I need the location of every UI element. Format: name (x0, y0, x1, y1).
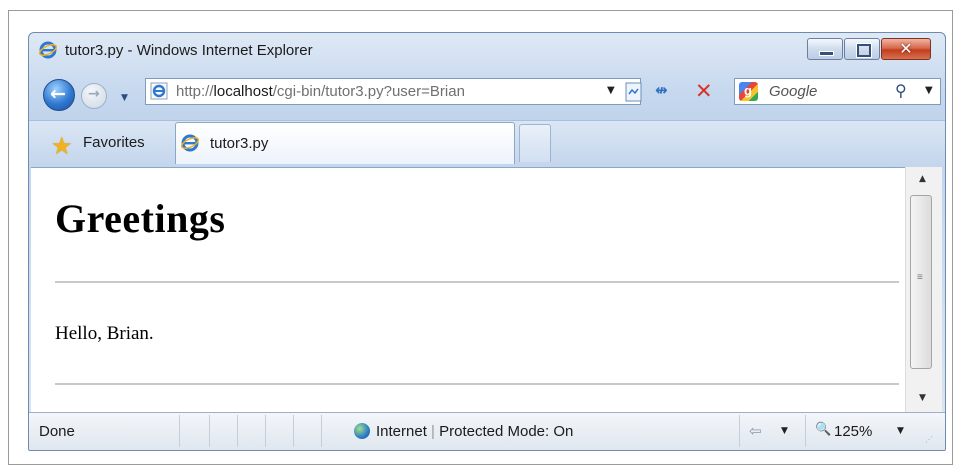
address-dropdown-icon[interactable]: ▼ (607, 85, 615, 96)
search-input[interactable]: Google (769, 83, 817, 100)
close-button[interactable]: ✕ (881, 38, 931, 60)
zone-label: Internet (376, 423, 427, 440)
close-icon: ✕ (899, 39, 913, 58)
page-content: Greetings Hello, Brian. (31, 167, 905, 413)
recent-pages-dropdown-icon[interactable]: ▼ (121, 93, 128, 103)
scroll-thumb[interactable]: ≡ (910, 195, 932, 369)
search-box[interactable]: g Google ⚲ ▼ (734, 78, 941, 105)
scroll-up-icon[interactable]: ▲ (919, 174, 926, 184)
resize-grip-icon[interactable]: ⋰ (925, 435, 933, 444)
maximize-button[interactable] (844, 38, 880, 60)
favorites-button[interactable]: Favorites (83, 134, 145, 151)
status-bar: Done Internet | Protected Mode: On ⇦ ▼ 🔍… (29, 412, 945, 450)
zoom-level[interactable]: 125% (834, 423, 872, 440)
url-path: /cgi-bin/tutor3.py?user=Brian (272, 83, 465, 100)
vertical-scrollbar[interactable]: ▲ ≡ ▼ (905, 167, 942, 412)
minimize-icon (819, 51, 834, 56)
forward-button[interactable]: → (81, 83, 107, 109)
forward-arrow-icon: → (88, 86, 100, 102)
security-zone[interactable]: Internet | Protected Mode: On (376, 423, 573, 440)
minimize-button[interactable] (807, 38, 843, 60)
compatibility-view-icon[interactable] (623, 81, 645, 103)
title-bar[interactable]: tutor3.py - Windows Internet Explorer ✕ (29, 33, 945, 65)
tab-label: tutor3.py (210, 135, 269, 152)
status-divider (739, 415, 740, 447)
new-tab-button[interactable] (519, 124, 551, 162)
google-logo-letter: g (744, 83, 752, 98)
maximize-icon (857, 44, 871, 57)
page-heading: Greetings (55, 196, 226, 241)
search-icon[interactable]: ⚲ (895, 81, 907, 100)
back-button[interactable]: ← (43, 79, 75, 111)
back-arrow-icon: ← (50, 83, 66, 105)
tab-ie-icon (181, 134, 199, 152)
status-divider (321, 415, 322, 447)
favorites-star-icon[interactable]: ★ (51, 134, 75, 158)
stop-icon[interactable]: ✕ (695, 79, 717, 103)
page-ie-icon (150, 82, 168, 100)
status-text: Done (39, 423, 75, 440)
refresh-icon[interactable]: ↮ (655, 81, 679, 103)
status-divider (237, 415, 238, 447)
url-host: localhost (213, 83, 273, 100)
scroll-down-icon[interactable]: ▼ (919, 393, 926, 403)
ie-window: tutor3.py - Windows Internet Explorer ✕ … (28, 32, 946, 451)
horizontal-rule (55, 281, 899, 283)
status-divider (265, 415, 266, 447)
address-url[interactable]: http://localhost/cgi-bin/tutor3.py?user=… (176, 83, 465, 100)
horizontal-rule (55, 383, 899, 385)
greeting-text: Hello, Brian. (55, 323, 154, 344)
zoom-icon[interactable]: 🔍 (815, 422, 831, 437)
internet-zone-globe-icon (354, 423, 370, 439)
scroll-grip-icon: ≡ (917, 272, 923, 283)
search-dropdown-icon[interactable]: ▼ (925, 85, 933, 96)
google-logo-icon: g (739, 82, 758, 101)
zone-separator: | (431, 423, 435, 440)
url-scheme: http:// (176, 83, 214, 100)
ie-logo-icon (39, 41, 57, 59)
window-title: tutor3.py - Windows Internet Explorer (65, 42, 313, 59)
tab-tutor3[interactable]: tutor3.py (175, 122, 515, 164)
zoom-dropdown-icon[interactable]: ▼ (897, 426, 904, 436)
address-bar[interactable]: http://localhost/cgi-bin/tutor3.py?user=… (145, 78, 641, 105)
security-report-icon[interactable]: ⇦ (749, 422, 762, 440)
protected-mode-label: Protected Mode: On (439, 423, 574, 440)
status-divider (209, 415, 210, 447)
status-divider (179, 415, 180, 447)
status-divider (293, 415, 294, 447)
status-divider (805, 415, 806, 447)
security-dropdown-icon[interactable]: ▼ (781, 426, 788, 436)
